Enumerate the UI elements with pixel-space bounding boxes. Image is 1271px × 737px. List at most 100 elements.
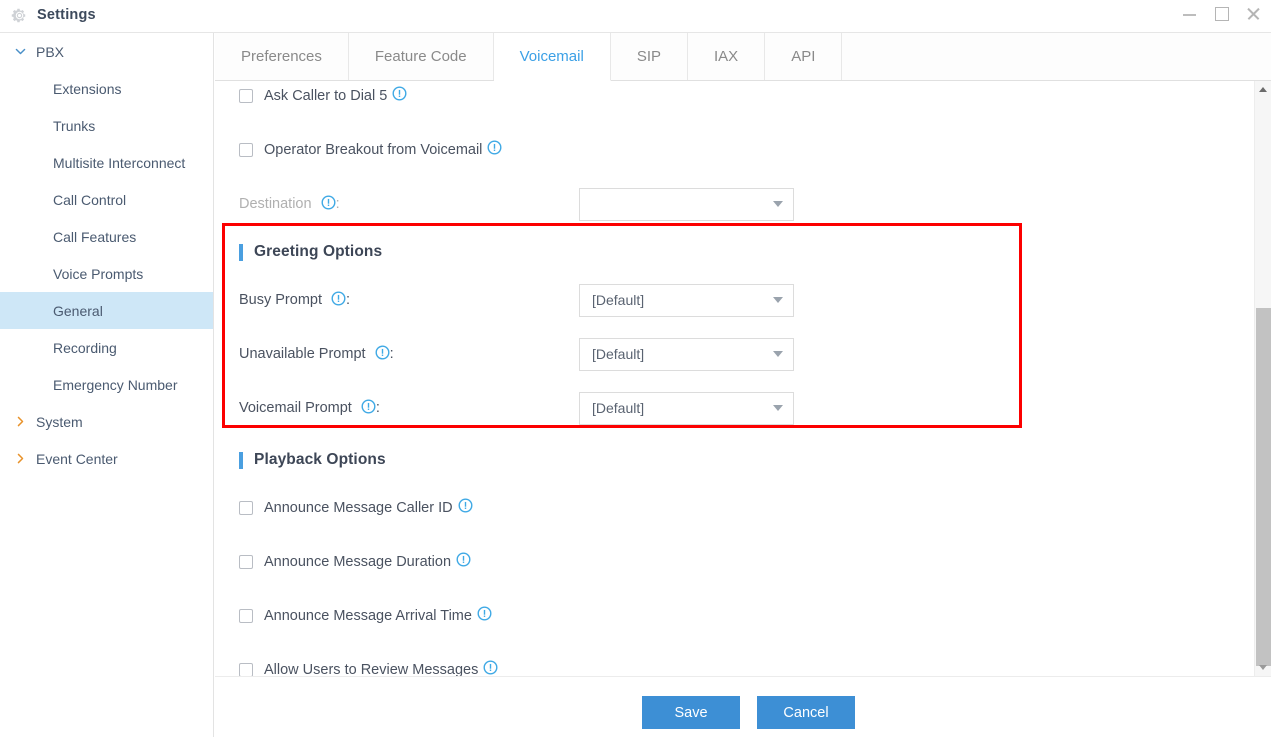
minimize-button[interactable] <box>1182 6 1197 21</box>
checkbox-operator-breakout[interactable] <box>239 143 253 157</box>
tab-label: IAX <box>714 48 739 65</box>
chevron-down-icon <box>773 405 783 411</box>
sidebar: PBX Extensions Trunks Multisite Interconnec… <box>0 33 214 737</box>
sidebar-item-voice-prompts[interactable]: Voice Prompts <box>0 255 213 292</box>
dropdown-value-unavailable-prompt: [Default] <box>592 346 645 362</box>
tab-preferences[interactable]: Preferences <box>215 33 349 80</box>
checkbox-label-announce-message-arrival-time: Announce Message Arrival Time <box>264 608 472 624</box>
info-icon[interactable] <box>321 195 336 214</box>
sidebar-item-pbx[interactable]: PBX <box>0 33 213 70</box>
sidebar-item-trunks[interactable]: Trunks <box>0 107 213 144</box>
checkbox-row-allow-users-to-review-messages[interactable]: Allow Users to Review Messages <box>215 643 1229 676</box>
sidebar-item-call-control[interactable]: Call Control <box>0 181 213 218</box>
sidebar-item-label: Voice Prompts <box>53 265 144 282</box>
info-icon[interactable] <box>456 552 471 572</box>
checkbox-ask-caller-to-dial-5[interactable] <box>239 89 253 103</box>
content-panel: Ask Caller to Dial 5 Operator Breakout f… <box>215 81 1271 676</box>
info-icon[interactable] <box>487 140 502 160</box>
checkbox-allow-users-to-review-messages[interactable] <box>239 663 253 676</box>
save-button[interactable]: Save <box>642 696 740 729</box>
tab-api[interactable]: API <box>765 33 843 80</box>
info-icon[interactable] <box>361 399 376 418</box>
sidebar-item-multisite-interconnect[interactable]: Multisite Interconnect <box>0 144 213 181</box>
sidebar-item-general[interactable]: General <box>0 292 213 329</box>
field-row-destination: Destination : <box>215 177 1229 231</box>
title-bar-left: Settings <box>11 7 96 24</box>
settings-window: Settings PBX Extensions Trunks Multisite In… <box>0 0 1271 737</box>
scroll-down-arrow-icon[interactable] <box>1255 659 1271 676</box>
chevron-down-icon[interactable] <box>14 45 27 58</box>
field-label-voicemail-prompt: Voicemail Prompt : <box>239 399 579 418</box>
scroll-viewport: Ask Caller to Dial 5 Operator Breakout f… <box>215 81 1229 676</box>
section-title-greeting-options: Greeting Options <box>254 243 383 260</box>
vertical-scrollbar[interactable] <box>1254 81 1271 676</box>
sidebar-item-event-center[interactable]: Event Center <box>0 440 213 477</box>
section-title-playback-options: Playback Options <box>254 451 386 468</box>
scroll-up-arrow-icon[interactable] <box>1255 81 1271 98</box>
sidebar-item-label: PBX <box>36 43 65 60</box>
info-icon[interactable] <box>392 86 407 106</box>
chevron-right-icon[interactable] <box>14 452 27 465</box>
section-header-greeting-options: Greeting Options <box>215 231 1229 273</box>
footer-bar: Save Cancel <box>215 676 1271 737</box>
footer-buttons: Save Cancel <box>642 696 855 729</box>
checkbox-row-announce-message-duration[interactable]: Announce Message Duration <box>215 535 1229 589</box>
info-icon[interactable] <box>331 291 346 310</box>
tab-iax[interactable]: IAX <box>688 33 766 80</box>
info-icon[interactable] <box>458 498 473 518</box>
sidebar-item-call-features[interactable]: Call Features <box>0 218 213 255</box>
field-row-voicemail-prompt: Voicemail Prompt : [Default] <box>215 381 1229 435</box>
checkbox-label-announce-message-duration: Announce Message Duration <box>264 554 452 570</box>
dropdown-unavailable-prompt[interactable]: [Default] <box>579 337 794 371</box>
info-icon[interactable] <box>477 606 492 626</box>
field-row-unavailable-prompt: Unavailable Prompt : [Default] <box>215 327 1229 381</box>
tab-label: API <box>791 48 816 65</box>
field-row-busy-prompt: Busy Prompt : [Default] <box>215 273 1229 327</box>
title-bar: Settings <box>0 0 1271 33</box>
close-icon[interactable] <box>1246 6 1261 21</box>
checkbox-row-announce-message-arrival-time[interactable]: Announce Message Arrival Time <box>215 589 1229 643</box>
maximize-button[interactable] <box>1214 6 1229 21</box>
scrollbar-thumb[interactable] <box>1256 308 1271 666</box>
checkbox-label-ask-caller-to-dial-5: Ask Caller to Dial 5 <box>264 88 388 104</box>
tab-label: SIP <box>636 48 661 65</box>
sidebar-item-label: Extensions <box>53 80 122 97</box>
window-controls <box>1182 6 1261 21</box>
sidebar-item-extensions[interactable]: Extensions <box>0 70 213 107</box>
tab-feature-code[interactable]: Feature Code <box>348 33 494 80</box>
sidebar-item-recording[interactable]: Recording <box>0 329 213 366</box>
dropdown-busy-prompt[interactable]: [Default] <box>579 283 794 317</box>
section-header-playback-options: Playback Options <box>215 439 1229 481</box>
checkbox-label-announce-message-caller-id: Announce Message Caller ID <box>264 500 453 516</box>
tab-sip[interactable]: SIP <box>610 33 688 80</box>
info-icon[interactable] <box>375 345 390 364</box>
chevron-right-icon[interactable] <box>14 415 27 428</box>
checkbox-row-ask-caller-to-dial-5[interactable]: Ask Caller to Dial 5 <box>215 81 1229 123</box>
section-accent-bar <box>239 243 243 261</box>
dropdown-voicemail-prompt[interactable]: [Default] <box>579 391 794 425</box>
sidebar-item-system[interactable]: System <box>0 403 213 440</box>
tab-voicemail[interactable]: Voicemail <box>493 33 611 81</box>
cancel-button[interactable]: Cancel <box>757 696 855 729</box>
checkbox-announce-message-duration[interactable] <box>239 555 253 569</box>
sidebar-item-label: Call Control <box>53 191 127 208</box>
checkbox-row-operator-breakout[interactable]: Operator Breakout from Voicemail <box>215 123 1229 177</box>
gear-icon <box>11 7 28 24</box>
tab-bar: Preferences Feature Code Voicemail SIP IAX AP… <box>215 33 1271 81</box>
info-icon[interactable] <box>483 660 498 676</box>
colon: : <box>335 195 340 212</box>
sidebar-item-label: General <box>53 302 103 319</box>
chevron-down-icon <box>773 201 783 207</box>
sidebar-item-label: Recording <box>53 339 117 356</box>
section-accent-bar <box>239 451 243 469</box>
sidebar-item-emergency-number[interactable]: Emergency Number <box>0 366 213 403</box>
checkbox-label-operator-breakout: Operator Breakout from Voicemail <box>264 142 483 158</box>
dropdown-value-busy-prompt: [Default] <box>592 292 645 308</box>
window-title: Settings <box>37 7 96 23</box>
checkbox-row-announce-message-caller-id[interactable]: Announce Message Caller ID <box>215 481 1229 535</box>
dropdown-destination[interactable] <box>579 187 794 221</box>
checkbox-announce-message-arrival-time[interactable] <box>239 609 253 623</box>
checkbox-announce-message-caller-id[interactable] <box>239 501 253 515</box>
chevron-down-icon <box>773 351 783 357</box>
field-label-destination: Destination : <box>239 195 579 214</box>
